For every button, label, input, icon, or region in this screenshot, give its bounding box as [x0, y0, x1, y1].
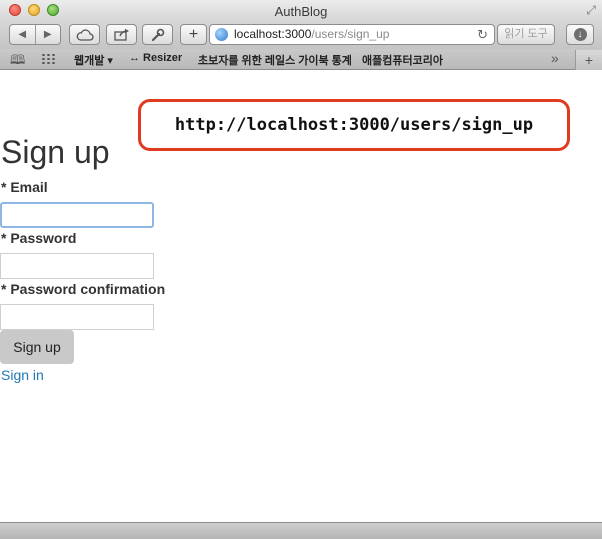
wrench-icon	[151, 28, 164, 41]
new-tab-button[interactable]: +	[575, 50, 602, 70]
download-icon: ↓	[573, 28, 587, 41]
title-bar: AuthBlog ⤢	[0, 0, 602, 22]
password-confirmation-label-text: Password confirmation	[10, 281, 166, 297]
bookmark-webdev[interactable]: 웹개발 ▾	[74, 52, 113, 68]
password-field[interactable]	[0, 253, 154, 279]
bookmark-rails-guide[interactable]: 초보자를 위한 레일스 가이북 통계	[198, 52, 352, 68]
url-callout: http://localhost:3000/users/sign_up	[138, 99, 570, 151]
globe-icon	[215, 28, 228, 41]
page-content: http://localhost:3000/users/sign_up Sign…	[0, 70, 602, 522]
password-confirmation-label: * Password confirmation	[1, 281, 165, 297]
share-icon	[113, 28, 129, 41]
url-path: /users/sign_up	[311, 27, 390, 41]
bookmark-apple-korea[interactable]: 애플컴퓨터코리아	[362, 52, 443, 68]
back-button[interactable]: ◀	[10, 29, 35, 40]
reload-icon[interactable]: ↻	[477, 25, 488, 44]
add-bookmark-button[interactable]: +	[180, 24, 207, 45]
fullscreen-icon[interactable]: ⤢	[586, 4, 596, 16]
forward-button[interactable]: ▶	[36, 29, 61, 40]
email-field[interactable]	[0, 202, 154, 228]
password-label-text: Password	[10, 230, 77, 246]
bookmarks-bar: 🕮 웹개발 ▾ ↔ Resizer 초보자를 위한 레일스 가이북 통계 애플컴…	[0, 49, 602, 70]
icloud-tabs-button[interactable]	[69, 24, 100, 45]
email-label: * Email	[1, 179, 48, 195]
sign-up-button[interactable]: Sign up	[0, 330, 74, 364]
page-title: Sign up	[1, 134, 110, 170]
email-label-text: Email	[10, 179, 48, 195]
required-marker: *	[1, 230, 7, 246]
address-bar[interactable]: localhost:3000/users/sign_up ↻	[209, 24, 495, 45]
developer-tools-button[interactable]	[142, 24, 173, 45]
back-forward-buttons: ◀ ▶	[9, 24, 61, 45]
window-title: AuthBlog	[274, 4, 328, 19]
sign-in-link[interactable]: Sign in	[1, 367, 44, 383]
share-button[interactable]	[106, 24, 137, 45]
top-sites-icon[interactable]	[41, 53, 56, 64]
browser-toolbar: ◀ ▶ + localhost:3000/users/sign_up ↻ 읽기 …	[0, 22, 602, 49]
downloads-button[interactable]: ↓	[566, 24, 594, 45]
browser-window: AuthBlog ⤢ ◀ ▶ + localhost:3000/users/si…	[0, 0, 602, 539]
password-confirmation-field[interactable]	[0, 304, 154, 330]
reader-button[interactable]: 읽기 도구	[497, 24, 555, 45]
status-bar	[0, 522, 602, 539]
password-label: * Password	[1, 230, 76, 246]
url-host: localhost:3000	[234, 27, 312, 41]
required-marker: *	[1, 179, 7, 195]
bookmark-resizer[interactable]: ↔ Resizer	[129, 52, 182, 64]
url-text[interactable]: localhost:3000/users/sign_up	[234, 25, 389, 44]
more-bookmarks-button[interactable]: »	[551, 50, 559, 66]
required-marker: *	[1, 281, 7, 297]
cloud-icon	[76, 28, 94, 41]
